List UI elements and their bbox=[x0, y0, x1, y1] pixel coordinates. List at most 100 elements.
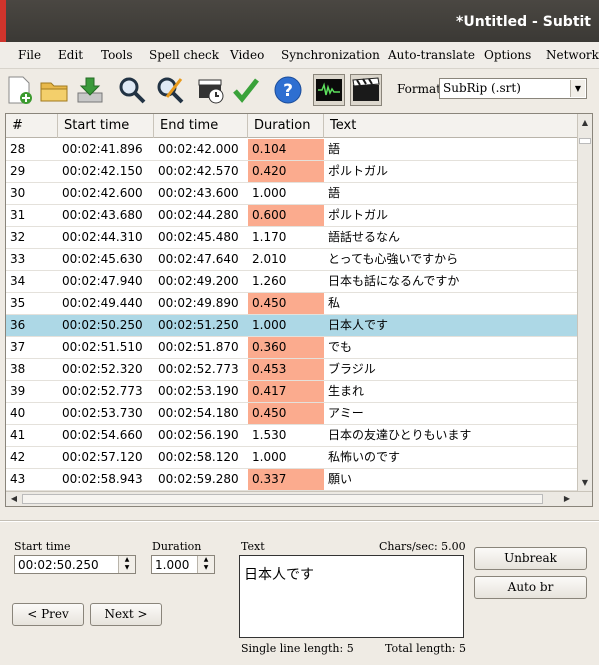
cell-start-time: 00:02:52.320 bbox=[62, 362, 143, 376]
duration-spin-buttons[interactable]: ▲ ▼ bbox=[197, 556, 214, 573]
cell-text: でも bbox=[328, 340, 353, 354]
cell-duration: 1.530 bbox=[252, 428, 287, 442]
table-row[interactable]: 32 00:02:44.310 00:02:45.480 1.170 語話せるなん bbox=[6, 227, 577, 249]
menu-spell-check[interactable]: Spell check bbox=[149, 48, 219, 62]
cell-end-time: 00:02:49.200 bbox=[158, 274, 239, 288]
column-header-duration[interactable]: Duration bbox=[248, 114, 324, 138]
column-header-start-time[interactable]: Start time bbox=[58, 114, 154, 138]
video-icon[interactable] bbox=[350, 74, 382, 106]
help-icon[interactable]: ? bbox=[272, 74, 304, 106]
find-icon[interactable] bbox=[116, 74, 148, 106]
replace-icon[interactable] bbox=[154, 74, 186, 106]
menu-tools[interactable]: Tools bbox=[101, 48, 133, 62]
menu-bar: File Edit Tools Spell check Video Synchr… bbox=[0, 42, 599, 69]
cell-start-time: 00:02:49.440 bbox=[62, 296, 143, 310]
cell-start-time: 00:02:54.660 bbox=[62, 428, 143, 442]
chevron-down-icon[interactable]: ▼ bbox=[570, 80, 585, 97]
cell-start-time: 00:02:52.773 bbox=[62, 384, 143, 398]
cell-start-time: 00:02:58.943 bbox=[62, 472, 143, 486]
cell-number: 35 bbox=[10, 296, 26, 310]
scroll-down-icon[interactable]: ▼ bbox=[578, 476, 592, 490]
waveform-icon[interactable] bbox=[313, 74, 345, 106]
visual-sync-icon[interactable] bbox=[195, 74, 227, 106]
table-row[interactable]: 39 00:02:52.773 00:02:53.190 0.417 生まれ bbox=[6, 381, 577, 403]
column-header-end-time[interactable]: End time bbox=[154, 114, 248, 138]
open-folder-icon[interactable] bbox=[38, 74, 70, 106]
table-row[interactable]: 40 00:02:53.730 00:02:54.180 0.450 アミー bbox=[6, 403, 577, 425]
subtitle-text-input[interactable]: 日本人です bbox=[239, 555, 464, 638]
table-row[interactable]: 35 00:02:49.440 00:02:49.890 0.450 私 bbox=[6, 293, 577, 315]
grid-header: # Start time End time Duration Text bbox=[6, 114, 577, 138]
format-select[interactable]: SubRip (.srt) ▼ bbox=[439, 78, 587, 99]
cell-text: 生まれ bbox=[328, 384, 365, 398]
horizontal-scrollbar[interactable]: ◀ ▶ bbox=[6, 491, 592, 506]
menu-file[interactable]: File bbox=[18, 48, 41, 62]
cell-start-time: 00:02:50.250 bbox=[62, 318, 143, 332]
column-header-text[interactable]: Text bbox=[324, 114, 577, 138]
horizontal-scroll-thumb[interactable] bbox=[22, 494, 543, 504]
cell-text: ブラジル bbox=[328, 362, 376, 376]
cell-duration: 1.170 bbox=[252, 230, 287, 244]
table-row[interactable]: 43 00:02:58.943 00:02:59.280 0.337 願い bbox=[6, 469, 577, 491]
cell-text: 語話せるなん bbox=[328, 230, 401, 244]
cell-end-time: 00:02:42.570 bbox=[158, 164, 239, 178]
table-row[interactable]: 30 00:02:42.600 00:02:43.600 1.000 語 bbox=[6, 183, 577, 205]
table-row[interactable]: 37 00:02:51.510 00:02:51.870 0.360 でも bbox=[6, 337, 577, 359]
window-close-corner[interactable] bbox=[0, 0, 6, 42]
unbreak-button[interactable]: Unbreak bbox=[474, 547, 587, 570]
new-file-icon[interactable] bbox=[4, 74, 36, 106]
menu-edit[interactable]: Edit bbox=[58, 48, 83, 62]
table-row[interactable]: 38 00:02:52.320 00:02:52.773 0.453 ブラジル bbox=[6, 359, 577, 381]
prev-button[interactable]: < Prev bbox=[12, 603, 84, 626]
start-time-spin-buttons[interactable]: ▲ ▼ bbox=[118, 556, 135, 573]
table-row[interactable]: 28 00:02:41.896 00:02:42.000 0.104 語 bbox=[6, 139, 577, 161]
save-download-icon[interactable] bbox=[74, 74, 106, 106]
table-row[interactable]: 31 00:02:43.680 00:02:44.280 0.600 ポルトガル bbox=[6, 205, 577, 227]
cell-duration: 0.453 bbox=[248, 359, 324, 380]
scroll-left-icon[interactable]: ◀ bbox=[7, 492, 21, 506]
cell-start-time: 00:02:42.150 bbox=[62, 164, 143, 178]
cell-end-time: 00:02:45.480 bbox=[158, 230, 239, 244]
menu-video[interactable]: Video bbox=[230, 48, 264, 62]
cell-number: 37 bbox=[10, 340, 26, 354]
column-header-number[interactable]: # bbox=[6, 114, 58, 138]
cell-duration: 0.450 bbox=[248, 293, 324, 314]
vertical-scrollbar[interactable]: ▲ ▼ bbox=[577, 114, 592, 492]
cell-number: 42 bbox=[10, 450, 26, 464]
svg-text:?: ? bbox=[283, 81, 293, 101]
scroll-right-icon[interactable]: ▶ bbox=[560, 492, 574, 506]
spell-check-icon[interactable] bbox=[230, 74, 262, 106]
cell-number: 38 bbox=[10, 362, 26, 376]
vertical-scroll-thumb[interactable] bbox=[579, 138, 591, 144]
cell-duration: 1.000 bbox=[252, 318, 287, 332]
cell-number: 40 bbox=[10, 406, 26, 420]
duration-input[interactable]: 1.000 ▲ ▼ bbox=[151, 555, 215, 574]
grid-body: 28 00:02:41.896 00:02:42.000 0.104 語 29 00:02:… bbox=[6, 139, 577, 506]
table-row[interactable]: 41 00:02:54.660 00:02:56.190 1.530 日本の友達ひとりも… bbox=[6, 425, 577, 447]
next-button[interactable]: Next > bbox=[90, 603, 162, 626]
cell-duration: 0.417 bbox=[248, 381, 324, 402]
menu-options[interactable]: Options bbox=[484, 48, 531, 62]
window-title: *Untitled - Subtit bbox=[456, 14, 591, 30]
cell-text: 私 bbox=[328, 296, 341, 310]
menu-auto-translate[interactable]: Auto-translate bbox=[388, 48, 475, 62]
auto-br-button[interactable]: Auto br bbox=[474, 576, 587, 599]
table-row[interactable]: 36 00:02:50.250 00:02:51.250 1.000 日本人です bbox=[6, 315, 577, 337]
table-row[interactable]: 34 00:02:47.940 00:02:49.200 1.260 日本も話になるんで… bbox=[6, 271, 577, 293]
menu-networking[interactable]: Networkin bbox=[546, 48, 599, 62]
table-row[interactable]: 33 00:02:45.630 00:02:47.640 2.010 とっても心強いです… bbox=[6, 249, 577, 271]
scroll-up-icon[interactable]: ▲ bbox=[578, 116, 592, 130]
cell-number: 30 bbox=[10, 186, 26, 200]
cell-end-time: 00:02:44.280 bbox=[158, 208, 239, 222]
subtitle-grid[interactable]: # Start time End time Duration Text 28 00… bbox=[5, 113, 593, 507]
cell-text: 願い bbox=[328, 472, 353, 486]
panel-divider[interactable] bbox=[0, 520, 599, 522]
table-row[interactable]: 42 00:02:57.120 00:02:58.120 1.000 私怖いのです bbox=[6, 447, 577, 469]
menu-synchronization[interactable]: Synchronization bbox=[281, 48, 380, 62]
duration-value: 1.000 bbox=[155, 558, 190, 572]
cell-start-time: 00:02:41.896 bbox=[62, 142, 143, 156]
table-row[interactable]: 29 00:02:42.150 00:02:42.570 0.420 ポルトガル bbox=[6, 161, 577, 183]
format-select-value: SubRip (.srt) bbox=[443, 81, 521, 95]
cell-start-time: 00:02:45.630 bbox=[62, 252, 143, 266]
start-time-input[interactable]: 00:02:50.250 ▲ ▼ bbox=[14, 555, 136, 574]
